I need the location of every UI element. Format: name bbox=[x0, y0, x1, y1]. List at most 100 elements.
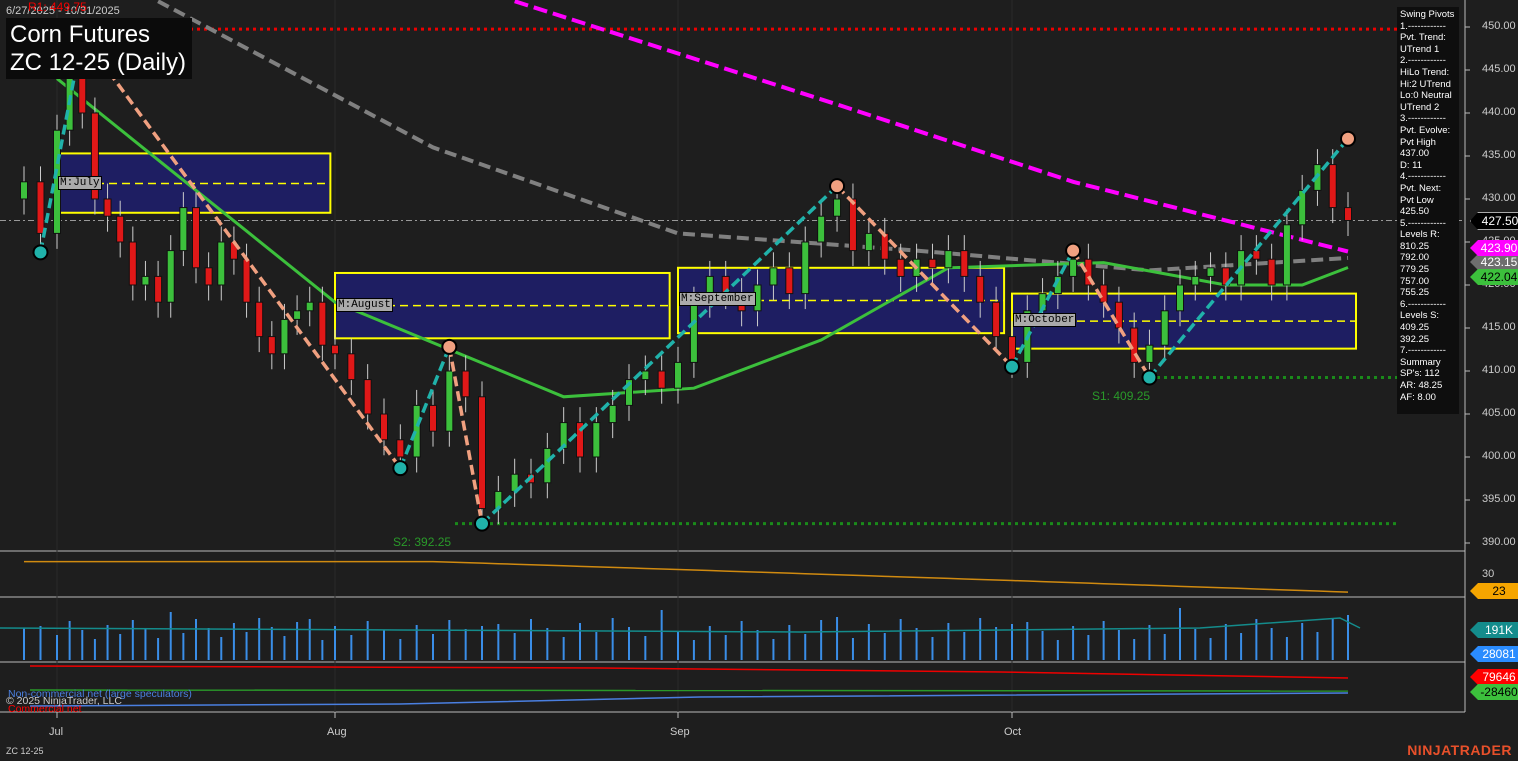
price-tick-label: 435.00 bbox=[1482, 149, 1516, 161]
info-line: Pvt. Next: bbox=[1400, 182, 1442, 194]
candle-body bbox=[960, 250, 969, 277]
candle-body bbox=[641, 370, 650, 381]
speculator-line bbox=[29, 692, 1349, 707]
swing-low-marker bbox=[1141, 369, 1158, 386]
info-line: Pvt. Evolve: bbox=[1400, 124, 1451, 136]
info-line: SP's: 112 bbox=[1400, 368, 1440, 380]
osc-tag: 23 bbox=[1470, 583, 1518, 599]
price-tick-label: 445.00 bbox=[1482, 63, 1516, 75]
candle-body bbox=[896, 258, 905, 277]
s2-label: S2: 392.25 bbox=[393, 535, 452, 549]
info-line: 392.25 bbox=[1400, 333, 1430, 345]
price-tick-label: 390.00 bbox=[1482, 536, 1516, 548]
ma-gray-tag: 423.15 bbox=[1470, 254, 1518, 270]
info-line: 7.------------ bbox=[1400, 345, 1446, 357]
candle-body bbox=[1344, 207, 1352, 222]
candle-body bbox=[36, 181, 45, 234]
candle-body bbox=[785, 267, 794, 295]
info-line: 1.------------ bbox=[1400, 20, 1446, 32]
ma-magenta-tag: 423.90 bbox=[1470, 240, 1518, 256]
candle-body bbox=[543, 447, 552, 484]
info-line: 3.------------ bbox=[1400, 113, 1446, 125]
swing-pivots-panel: Swing Pivots 1.------------ Pvt. Trend: UTr… bbox=[1397, 7, 1459, 414]
info-line: Pvt. Trend: bbox=[1400, 32, 1446, 44]
candle-body bbox=[833, 198, 842, 217]
info-line: HiLo Trend: bbox=[1400, 66, 1450, 78]
info-line: 6.------------ bbox=[1400, 298, 1446, 310]
info-line: UTrend 1 bbox=[1400, 43, 1440, 55]
monthly-box-label: M:October bbox=[1013, 313, 1077, 328]
candle-body bbox=[817, 215, 826, 243]
month-label: Jul bbox=[49, 726, 64, 738]
candle-body bbox=[255, 301, 264, 338]
candle-body bbox=[318, 301, 327, 346]
commercial-net-line bbox=[29, 665, 1349, 679]
candle-body bbox=[1114, 301, 1123, 329]
swing-low-marker bbox=[1004, 358, 1020, 375]
candle-body bbox=[608, 404, 617, 424]
info-line: 437.00 bbox=[1400, 148, 1430, 160]
swing-low-marker bbox=[474, 515, 490, 532]
info-line: 425.50 bbox=[1400, 206, 1430, 218]
open-interest-tag: 28081 bbox=[1470, 646, 1518, 662]
candle-body bbox=[396, 439, 405, 458]
candle-body bbox=[217, 241, 226, 286]
candle-body bbox=[242, 258, 251, 303]
candle-body bbox=[128, 241, 137, 286]
volume-tag: 191K bbox=[1470, 622, 1518, 638]
info-line: 757.00 bbox=[1400, 275, 1430, 287]
candle-body bbox=[363, 379, 372, 415]
candle-body bbox=[801, 241, 810, 295]
info-line: 792.00 bbox=[1400, 252, 1430, 264]
info-line: 810.25 bbox=[1400, 240, 1430, 252]
candle-body bbox=[461, 370, 470, 398]
candle-body bbox=[928, 258, 937, 269]
candle-body bbox=[166, 250, 175, 303]
price-tick-label: 430.00 bbox=[1482, 192, 1516, 204]
price-chart[interactable] bbox=[0, 0, 1518, 761]
info-line: 409.25 bbox=[1400, 322, 1430, 334]
price-tick-label: 400.00 bbox=[1482, 450, 1516, 462]
info-line: Hi:2 UTrend bbox=[1400, 78, 1451, 90]
month-label: Aug bbox=[327, 726, 347, 738]
candle-body bbox=[380, 413, 388, 441]
candle-body bbox=[864, 232, 873, 252]
r1-label: R1: 449.75 bbox=[28, 0, 87, 14]
candle-body bbox=[103, 198, 112, 217]
candle-body bbox=[179, 207, 188, 252]
candle-body bbox=[1267, 258, 1276, 286]
candle-body bbox=[347, 353, 356, 381]
swing-line bbox=[398, 346, 451, 469]
swing-high-marker bbox=[1340, 130, 1356, 147]
candle-body bbox=[478, 396, 486, 510]
candle-body bbox=[1145, 344, 1154, 363]
s1-label: S1: 409.25 bbox=[1092, 389, 1151, 403]
candle-body bbox=[944, 250, 953, 269]
swing-low-marker bbox=[32, 244, 49, 261]
symbol-footer: ZC 12-25 bbox=[6, 746, 44, 756]
candle-body bbox=[116, 215, 125, 243]
candle-body bbox=[674, 361, 682, 389]
candle-body bbox=[204, 267, 213, 286]
info-line: Summary bbox=[1400, 356, 1441, 368]
contract-name: ZC 12-25 (Daily) bbox=[10, 49, 187, 76]
info-line: 755.25 bbox=[1400, 287, 1430, 299]
candle-body bbox=[1191, 275, 1200, 286]
monthly-box-label: M:August bbox=[336, 297, 393, 312]
info-line: 2.------------ bbox=[1400, 55, 1446, 67]
candle-body bbox=[1099, 284, 1108, 303]
ma-green-tag: 422.04 bbox=[1470, 269, 1518, 285]
open-interest-line bbox=[0, 617, 1361, 633]
swing-high-marker bbox=[441, 338, 458, 355]
candle-body bbox=[1069, 258, 1078, 277]
candle-body bbox=[20, 181, 28, 200]
candle-body bbox=[992, 301, 1001, 338]
swing-high-marker bbox=[1065, 242, 1082, 259]
brand-logo: NINJATRADER bbox=[1407, 742, 1512, 758]
commercial-legend: Commercial net bbox=[8, 703, 82, 715]
commercial-tag: 79646 bbox=[1470, 669, 1518, 685]
candle-body bbox=[331, 344, 339, 355]
candle-body bbox=[769, 267, 778, 286]
price-tick-label: 395.00 bbox=[1482, 493, 1516, 505]
instrument-name: Corn Futures bbox=[10, 21, 151, 48]
